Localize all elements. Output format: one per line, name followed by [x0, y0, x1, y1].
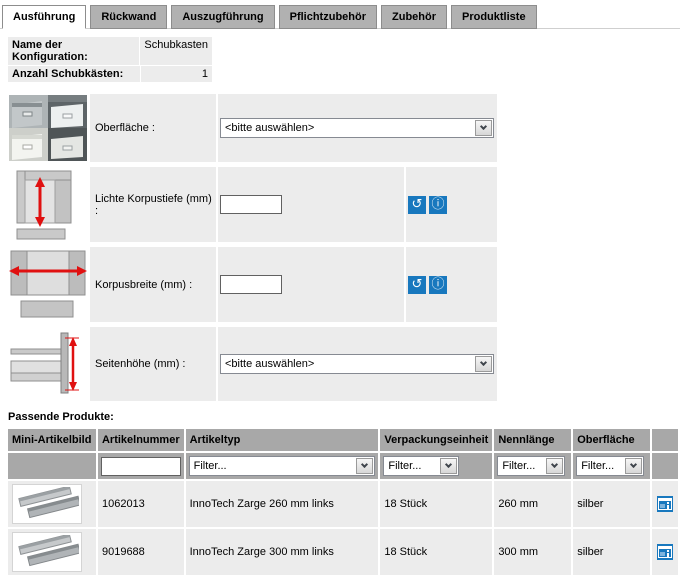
product-thumbnail	[12, 484, 82, 524]
oberflaeche-select-value: <bitte auswählen>	[221, 122, 474, 134]
configuration-summary: Name der Konfiguration: Schubkasten Anza…	[8, 37, 212, 82]
artikelnummer-filter-input[interactable]	[101, 457, 181, 476]
col-mini-artikelbild: Mini-Artikelbild	[8, 429, 96, 451]
nennlaenge-filter-value: Filter...	[498, 460, 545, 472]
products-header-row: Mini-Artikelbild Artikelnummer Artikelty…	[8, 429, 678, 451]
artikelnummer-cell: 9019688	[98, 529, 184, 575]
artikeltyp-filter-value: Filter...	[190, 460, 356, 472]
korpusbreite-diagram	[8, 247, 88, 322]
tab-ausfuehrung[interactable]: Ausführung	[2, 5, 86, 29]
korpusbreite-control-cell	[218, 247, 404, 322]
chevron-down-icon	[356, 458, 373, 474]
seitenhoehe-diagram	[8, 327, 88, 401]
korpusbreite-icon-cell: ↺ ⓘ	[406, 247, 497, 322]
filter-empty-cell	[8, 453, 96, 479]
oberflaeche-filter-select[interactable]: Filter...	[576, 456, 644, 476]
oberflaeche-control-cell: <bitte auswählen>	[218, 94, 497, 162]
config-name-value: Schubkasten	[140, 37, 212, 65]
config-name-label: Name der Konfiguration:	[8, 37, 139, 65]
product-thumbnail	[12, 532, 82, 572]
nennlaenge-filter-select[interactable]: Filter...	[497, 456, 565, 476]
nennlaenge-cell: 300 mm	[494, 529, 571, 575]
col-artikeltyp: Artikeltyp	[186, 429, 379, 451]
artikeltyp-cell: InnoTech Zarge 300 mm links	[186, 529, 379, 575]
chevron-down-icon	[546, 458, 563, 474]
korpustiefe-input[interactable]	[220, 195, 282, 214]
seitenhoehe-label: Seitenhöhe (mm) :	[90, 327, 216, 401]
info-icon[interactable]: ⓘ	[429, 196, 447, 214]
seitenhoehe-select-value: <bitte auswählen>	[221, 358, 474, 370]
chevron-down-icon	[440, 458, 457, 474]
col-verpackungseinheit: Verpackungseinheit	[380, 429, 492, 451]
verpackungseinheit-cell: 18 Stück	[380, 481, 492, 527]
korpustiefe-label: Lichte Korpustiefe (mm) :	[90, 167, 216, 242]
seitenhoehe-control-cell: <bitte auswählen>	[218, 327, 497, 401]
artikeltyp-filter-select[interactable]: Filter...	[189, 456, 376, 476]
oberflaeche-cell: silber	[573, 481, 650, 527]
artikelnummer-cell: 1062013	[98, 481, 184, 527]
form-row-oberflaeche: Oberfläche : <bitte auswählen>	[8, 94, 497, 162]
oberflaeche-select[interactable]: <bitte auswählen>	[220, 118, 494, 138]
seitenhoehe-select[interactable]: <bitte auswählen>	[220, 354, 494, 374]
reset-icon[interactable]: ↺	[408, 276, 426, 294]
col-nennlaenge: Nennlänge	[494, 429, 571, 451]
tab-produktliste[interactable]: Produktliste	[451, 5, 537, 29]
config-count-label: Anzahl Schubkästen:	[8, 66, 140, 82]
korpusbreite-input[interactable]	[220, 275, 282, 294]
products-table: Mini-Artikelbild Artikelnummer Artikelty…	[6, 427, 680, 577]
col-artikelnummer: Artikelnummer	[98, 429, 184, 451]
verpackungseinheit-filter-value: Filter...	[384, 460, 439, 472]
korpustiefe-diagram	[8, 167, 88, 242]
col-actions	[652, 429, 678, 451]
chevron-down-icon	[475, 356, 492, 372]
product-info-icon[interactable]	[656, 544, 674, 560]
products-filter-row: Filter... Filter... Filter... Filter...	[8, 453, 678, 479]
korpustiefe-control-cell	[218, 167, 404, 242]
tab-rueckwand[interactable]: Rückwand	[90, 5, 167, 29]
artikeltyp-cell: InnoTech Zarge 260 mm links	[186, 481, 379, 527]
config-count-value: 1	[141, 66, 212, 82]
oberflaeche-filter-value: Filter...	[577, 460, 624, 472]
reset-icon[interactable]: ↺	[408, 196, 426, 214]
info-icon[interactable]: ⓘ	[429, 276, 447, 294]
chevron-down-icon	[625, 458, 642, 474]
oberflaeche-label: Oberfläche :	[90, 94, 216, 162]
verpackungseinheit-cell: 18 Stück	[380, 529, 492, 575]
table-row: 9019688 InnoTech Zarge 300 mm links 18 S…	[8, 529, 678, 575]
filter-empty-cell	[652, 453, 678, 479]
korpusbreite-label: Korpusbreite (mm) :	[90, 247, 216, 322]
tab-pflichtzubehoer[interactable]: Pflichtzubehör	[279, 5, 377, 29]
config-row-name: Name der Konfiguration: Schubkasten	[8, 37, 212, 65]
product-info-icon[interactable]	[656, 496, 674, 512]
tab-auszugfuehrung[interactable]: Auszugführung	[171, 5, 274, 29]
korpustiefe-icon-cell: ↺ ⓘ	[406, 167, 497, 242]
col-oberflaeche: Oberfläche	[573, 429, 650, 451]
tab-bar: Ausführung Rückwand Auszugführung Pflich…	[0, 0, 680, 29]
chevron-down-icon	[475, 120, 492, 136]
config-row-count: Anzahl Schubkästen: 1	[8, 66, 212, 82]
verpackungseinheit-filter-select[interactable]: Filter...	[383, 456, 459, 476]
form-row-korpusbreite: Korpusbreite (mm) : ↺ ⓘ	[8, 247, 497, 322]
surface-options-image	[8, 94, 88, 162]
table-row: 1062013 InnoTech Zarge 260 mm links 18 S…	[8, 481, 678, 527]
oberflaeche-cell: silber	[573, 529, 650, 575]
form-row-seitenhoehe: Seitenhöhe (mm) : <bitte auswählen>	[8, 327, 497, 401]
nennlaenge-cell: 260 mm	[494, 481, 571, 527]
form-row-korpustiefe: Lichte Korpustiefe (mm) : ↺ ⓘ	[8, 167, 497, 242]
matching-products-heading: Passende Produkte:	[8, 411, 680, 423]
tab-zubehoer[interactable]: Zubehör	[381, 5, 447, 29]
